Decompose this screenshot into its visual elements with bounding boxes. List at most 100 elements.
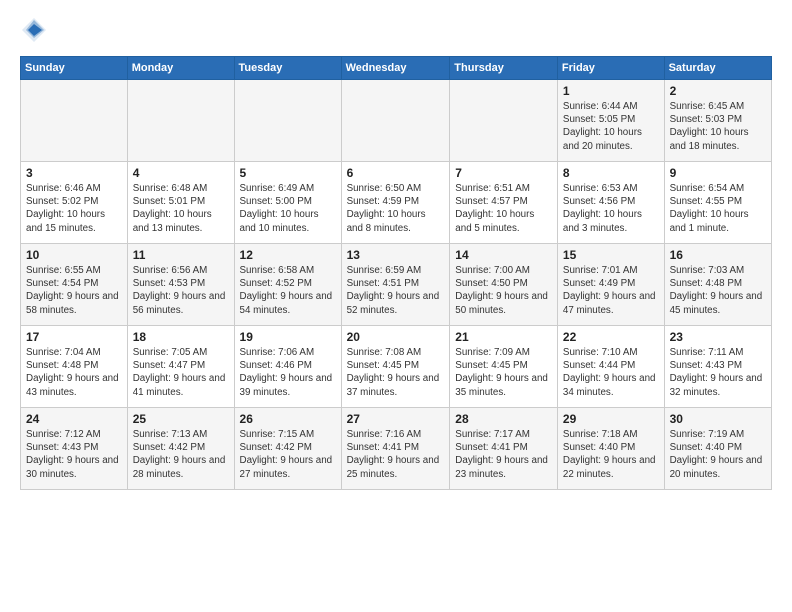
calendar-cell: 9 Sunrise: 6:54 AM Sunset: 4:55 PM Daylig… [664,162,771,244]
day-info: Sunrise: 6:51 AM Sunset: 4:57 PM Dayligh… [455,182,552,235]
calendar-cell: 3 Sunrise: 6:46 AM Sunset: 5:02 PM Daylig… [21,162,128,244]
day-info: Sunrise: 7:17 AM Sunset: 4:41 PM Dayligh… [455,428,552,481]
day-info: Sunrise: 6:48 AM Sunset: 5:01 PM Dayligh… [133,182,229,235]
calendar-cell: 4 Sunrise: 6:48 AM Sunset: 5:01 PM Daylig… [127,162,234,244]
day-info: Sunrise: 7:13 AM Sunset: 4:42 PM Dayligh… [133,428,229,481]
day-number: 8 [563,166,659,180]
day-number: 12 [240,248,336,262]
day-info: Sunrise: 6:54 AM Sunset: 4:55 PM Dayligh… [670,182,766,235]
calendar-header-thursday: Thursday [450,57,558,80]
calendar-cell: 12 Sunrise: 6:58 AM Sunset: 4:52 PM Dayli… [234,244,341,326]
day-info: Sunrise: 7:09 AM Sunset: 4:45 PM Dayligh… [455,346,552,399]
calendar-header-saturday: Saturday [664,57,771,80]
day-number: 1 [563,84,659,98]
day-info: Sunrise: 6:59 AM Sunset: 4:51 PM Dayligh… [347,264,445,317]
calendar-cell: 11 Sunrise: 6:56 AM Sunset: 4:53 PM Dayli… [127,244,234,326]
calendar-cell [450,80,558,162]
calendar-cell: 27 Sunrise: 7:16 AM Sunset: 4:41 PM Dayli… [341,408,450,490]
calendar-cell: 1 Sunrise: 6:44 AM Sunset: 5:05 PM Daylig… [557,80,664,162]
day-number: 11 [133,248,229,262]
day-number: 22 [563,330,659,344]
calendar-cell: 2Sunrise: 6:45 AM Sunset: 5:03 PM Daylig… [664,80,771,162]
calendar-cell: 10 Sunrise: 6:55 AM Sunset: 4:54 PM Dayli… [21,244,128,326]
calendar-week-2: 3 Sunrise: 6:46 AM Sunset: 5:02 PM Daylig… [21,162,772,244]
day-number: 6 [347,166,445,180]
calendar-cell: 23 Sunrise: 7:11 AM Sunset: 4:43 PM Dayli… [664,326,771,408]
day-number: 28 [455,412,552,426]
calendar-cell: 26 Sunrise: 7:15 AM Sunset: 4:42 PM Dayli… [234,408,341,490]
day-info: Sunrise: 6:50 AM Sunset: 4:59 PM Dayligh… [347,182,445,235]
calendar-header-friday: Friday [557,57,664,80]
day-number: 30 [670,412,766,426]
calendar-cell: 29Sunrise: 7:18 AM Sunset: 4:40 PM Dayli… [557,408,664,490]
calendar-cell: 19 Sunrise: 7:06 AM Sunset: 4:46 PM Dayli… [234,326,341,408]
calendar-cell: 17Sunrise: 7:04 AM Sunset: 4:48 PM Dayli… [21,326,128,408]
day-number: 27 [347,412,445,426]
calendar-week-1: 1 Sunrise: 6:44 AM Sunset: 5:05 PM Daylig… [21,80,772,162]
day-number: 16 [670,248,766,262]
day-number: 10 [26,248,122,262]
calendar-cell: 16 Sunrise: 7:03 AM Sunset: 4:48 PM Dayli… [664,244,771,326]
calendar-cell: 15 Sunrise: 7:01 AM Sunset: 4:49 PM Dayli… [557,244,664,326]
calendar-week-4: 17Sunrise: 7:04 AM Sunset: 4:48 PM Dayli… [21,326,772,408]
calendar-header-sunday: Sunday [21,57,128,80]
day-info: Sunrise: 6:53 AM Sunset: 4:56 PM Dayligh… [563,182,659,235]
day-info: Sunrise: 7:11 AM Sunset: 4:43 PM Dayligh… [670,346,766,399]
day-number: 7 [455,166,552,180]
calendar: SundayMondayTuesdayWednesdayThursdayFrid… [20,56,772,490]
calendar-header-tuesday: Tuesday [234,57,341,80]
day-info: Sunrise: 6:55 AM Sunset: 4:54 PM Dayligh… [26,264,122,317]
day-number: 29 [563,412,659,426]
day-info: Sunrise: 6:58 AM Sunset: 4:52 PM Dayligh… [240,264,336,317]
day-info: Sunrise: 7:05 AM Sunset: 4:47 PM Dayligh… [133,346,229,399]
calendar-week-5: 24 Sunrise: 7:12 AM Sunset: 4:43 PM Dayli… [21,408,772,490]
page: SundayMondayTuesdayWednesdayThursdayFrid… [0,0,792,500]
calendar-header-wednesday: Wednesday [341,57,450,80]
calendar-cell: 20 Sunrise: 7:08 AM Sunset: 4:45 PM Dayli… [341,326,450,408]
day-number: 2 [670,84,766,98]
day-info: Sunrise: 7:12 AM Sunset: 4:43 PM Dayligh… [26,428,122,481]
calendar-cell: 25Sunrise: 7:13 AM Sunset: 4:42 PM Dayli… [127,408,234,490]
day-info: Sunrise: 7:16 AM Sunset: 4:41 PM Dayligh… [347,428,445,481]
day-number: 9 [670,166,766,180]
calendar-cell [234,80,341,162]
day-number: 5 [240,166,336,180]
calendar-cell: 8 Sunrise: 6:53 AM Sunset: 4:56 PM Daylig… [557,162,664,244]
calendar-cell: 14 Sunrise: 7:00 AM Sunset: 4:50 PM Dayli… [450,244,558,326]
calendar-cell [21,80,128,162]
day-info: Sunrise: 6:46 AM Sunset: 5:02 PM Dayligh… [26,182,122,235]
logo-icon [20,16,48,44]
day-number: 24 [26,412,122,426]
day-info: Sunrise: 7:04 AM Sunset: 4:48 PM Dayligh… [26,346,122,399]
day-number: 18 [133,330,229,344]
logo [20,16,52,44]
calendar-header-monday: Monday [127,57,234,80]
calendar-cell: 28 Sunrise: 7:17 AM Sunset: 4:41 PM Dayli… [450,408,558,490]
day-info: Sunrise: 7:15 AM Sunset: 4:42 PM Dayligh… [240,428,336,481]
day-number: 20 [347,330,445,344]
calendar-cell: 18 Sunrise: 7:05 AM Sunset: 4:47 PM Dayli… [127,326,234,408]
day-info: Sunrise: 7:08 AM Sunset: 4:45 PM Dayligh… [347,346,445,399]
day-info: Sunrise: 7:19 AM Sunset: 4:40 PM Dayligh… [670,428,766,481]
day-info: Sunrise: 7:01 AM Sunset: 4:49 PM Dayligh… [563,264,659,317]
day-info: Sunrise: 6:44 AM Sunset: 5:05 PM Dayligh… [563,100,659,153]
calendar-header-row: SundayMondayTuesdayWednesdayThursdayFrid… [21,57,772,80]
day-number: 4 [133,166,229,180]
day-info: Sunrise: 7:03 AM Sunset: 4:48 PM Dayligh… [670,264,766,317]
day-number: 21 [455,330,552,344]
day-number: 26 [240,412,336,426]
day-number: 13 [347,248,445,262]
calendar-week-3: 10 Sunrise: 6:55 AM Sunset: 4:54 PM Dayli… [21,244,772,326]
day-info: Sunrise: 7:00 AM Sunset: 4:50 PM Dayligh… [455,264,552,317]
day-number: 23 [670,330,766,344]
day-number: 15 [563,248,659,262]
calendar-cell: 5Sunrise: 6:49 AM Sunset: 5:00 PM Daylig… [234,162,341,244]
day-info: Sunrise: 7:10 AM Sunset: 4:44 PM Dayligh… [563,346,659,399]
calendar-cell [127,80,234,162]
day-number: 14 [455,248,552,262]
calendar-cell: 13 Sunrise: 6:59 AM Sunset: 4:51 PM Dayli… [341,244,450,326]
day-number: 3 [26,166,122,180]
day-number: 19 [240,330,336,344]
day-info: Sunrise: 6:56 AM Sunset: 4:53 PM Dayligh… [133,264,229,317]
day-info: Sunrise: 7:06 AM Sunset: 4:46 PM Dayligh… [240,346,336,399]
